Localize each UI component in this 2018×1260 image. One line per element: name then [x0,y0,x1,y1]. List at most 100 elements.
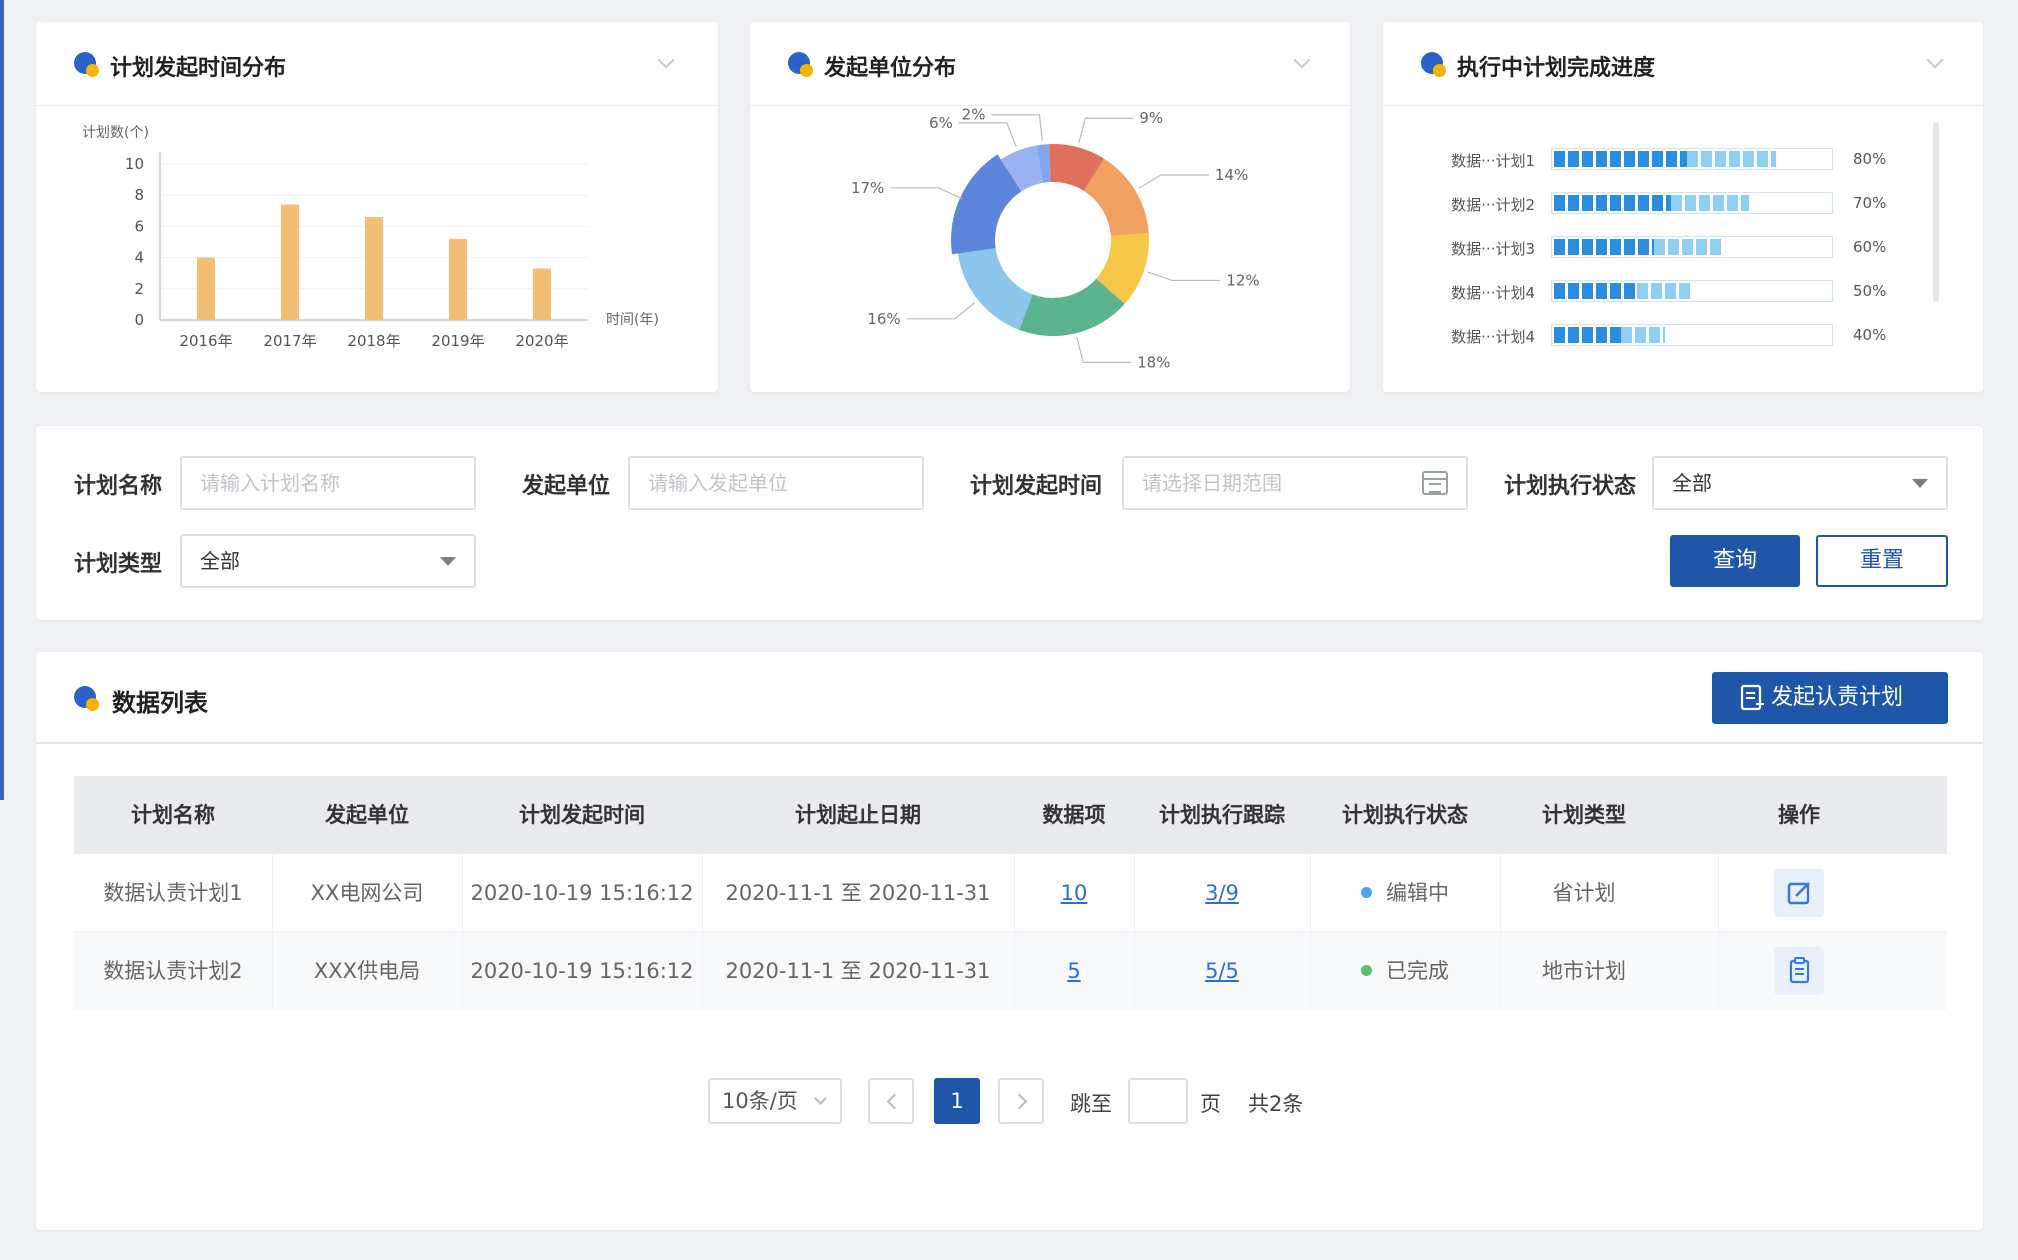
y-axis-label: 计划数(个) [82,125,149,141]
cell-items: 5 [1014,932,1134,1010]
execution-status-label: 计划执行状态 [1504,474,1637,499]
pagination: 10条/页 1 跳至 页 共2条 [36,1072,1983,1132]
leader-line [991,114,1043,141]
plan-name-label: 计划名称 [74,474,163,499]
col-plan-name: 计划名称 [131,803,215,827]
progress-track [1551,280,1833,302]
slice-label: 2% [962,106,986,124]
status-dot-editing [1361,886,1372,898]
execution-status-select[interactable]: 全部 [1652,456,1948,510]
progress-fill [1554,151,1777,167]
progress-row: 数据···计划3 60% [1383,234,1903,262]
progress-percent: 70% [1853,194,1887,212]
bar-2019年 [449,238,467,320]
col-tracking: 计划执行跟踪 [1159,803,1285,827]
tracking-link[interactable]: 3/9 [1205,881,1239,905]
table-row: 数据认责计划2 XXX供电局 2020-10-19 15:16:12 2020-… [74,932,1947,1010]
progress-row: 数据···计划4 50% [1383,278,1903,306]
leader-line [890,187,963,200]
slice-label: 18% [1137,353,1170,371]
plan-type-value: 全部 [200,549,240,573]
plan-type-select[interactable]: 全部 [180,534,476,588]
slice-label: 16% [867,310,900,328]
column-divider [1310,854,1311,1010]
goto-page-input[interactable] [1128,1078,1188,1124]
initiating-unit-input[interactable]: 请输入发起单位 [628,456,924,510]
progress-list: 数据···计划1 80% 数据···计划2 70% 数据···计划3 60% 数据···计划… [1383,22,1983,392]
x-tick-label: 2017年 [263,332,316,350]
view-detail-button[interactable] [1774,947,1824,995]
page-1-button[interactable]: 1 [934,1078,980,1124]
col-items: 数据项 [1042,803,1106,827]
calendar-icon[interactable] [1422,471,1448,495]
cell-tracking: 5/5 [1134,932,1310,1010]
col-status: 计划执行状态 [1342,803,1468,827]
date-range-picker[interactable]: 请选择日期范围 [1122,456,1468,510]
edit-button[interactable] [1774,869,1824,917]
query-button[interactable]: 查询 [1670,535,1800,587]
col-unit: 发起单位 [325,803,409,827]
plan-type-label: 计划类型 [74,552,163,577]
progress-fill [1554,195,1749,211]
y-tick-label: 4 [134,249,144,267]
date-range-placeholder: 请选择日期范围 [1142,471,1282,495]
progress-fill [1554,239,1721,255]
list-title: 数据列表 [112,689,208,717]
progress-track [1551,324,1833,346]
col-range: 计划起止日期 [795,803,921,827]
progress-scrollbar[interactable] [1933,122,1939,302]
leader-line [958,122,1017,148]
cell-plan-name: 数据认责计划2 [103,959,243,983]
leader-line [1078,117,1134,144]
page-size-value: 10条/页 [722,1089,798,1113]
data-table: 计划名称 发起单位 计划发起时间 计划起止日期 数据项 计划执行跟踪 计划执行状… [74,776,1947,1012]
reset-button[interactable]: 重置 [1816,535,1948,587]
slice-label: 17% [851,179,884,197]
col-time: 计划发起时间 [519,803,645,827]
cell-range: 2020-11-1 至 2020-11-31 [725,959,991,983]
data-items-link[interactable]: 5 [1067,959,1080,983]
bar-2016年 [197,257,215,320]
cell-type: 地市计划 [1542,959,1626,983]
progress-fill [1554,283,1693,299]
progress-percent: 40% [1853,326,1887,344]
y-tick-label: 0 [134,311,144,329]
goto-label: 跳至 [1070,1092,1112,1116]
progress-track [1551,192,1833,214]
leader-line [1076,336,1132,363]
y-tick-label: 10 [125,155,144,173]
progress-row: 数据···计划1 80% [1383,146,1903,174]
x-tick-label: 2019年 [431,332,484,350]
leader-line [1147,271,1221,282]
progress-row: 数据···计划4 40% [1383,322,1903,350]
y-tick-label: 8 [134,186,144,204]
column-divider [1014,854,1015,1010]
progress-label: 数据···计划1 [1451,152,1535,170]
y-tick-label: 2 [134,280,144,298]
status-text: 编辑中 [1386,881,1449,905]
column-divider [272,854,273,1010]
unit-distribution-card: 发起单位分布 2% 9% 14% 12% 18% 16% 17% 6% [750,22,1350,392]
data-items-link[interactable]: 10 [1061,881,1088,905]
progress-card: 执行中计划完成进度 数据···计划1 80% 数据···计划2 70% 数据···计划3… [1383,22,1983,392]
progress-fill [1554,327,1666,343]
time-distribution-card: 计划发起时间分布 计划数(个) 0 2 4 6 8 10 2016年 2017年 2018年 201… [36,22,718,392]
progress-percent: 60% [1853,238,1887,256]
progress-label: 数据···计划2 [1451,196,1535,214]
leader-line [906,302,976,320]
col-type: 计划类型 [1542,803,1626,827]
cell-status: 已完成 [1310,932,1500,1010]
tracking-link[interactable]: 5/5 [1205,959,1239,983]
progress-label: 数据···计划4 [1451,328,1535,346]
initiating-unit-label: 发起单位 [522,474,611,499]
execution-status-value: 全部 [1672,471,1712,495]
unit-donut-chart: 2% 9% 14% 12% 18% 16% 17% 6% [851,106,1260,372]
progress-label: 数据···计划4 [1451,284,1535,302]
x-tick-label: 2018年 [347,332,400,350]
leader-line [1138,174,1209,189]
bar-2018年 [365,217,383,320]
plan-name-input[interactable]: 请输入计划名称 [180,456,476,510]
slice-label: 9% [1139,109,1163,127]
document-icon [1740,684,1764,711]
edit-icon [1787,882,1810,905]
